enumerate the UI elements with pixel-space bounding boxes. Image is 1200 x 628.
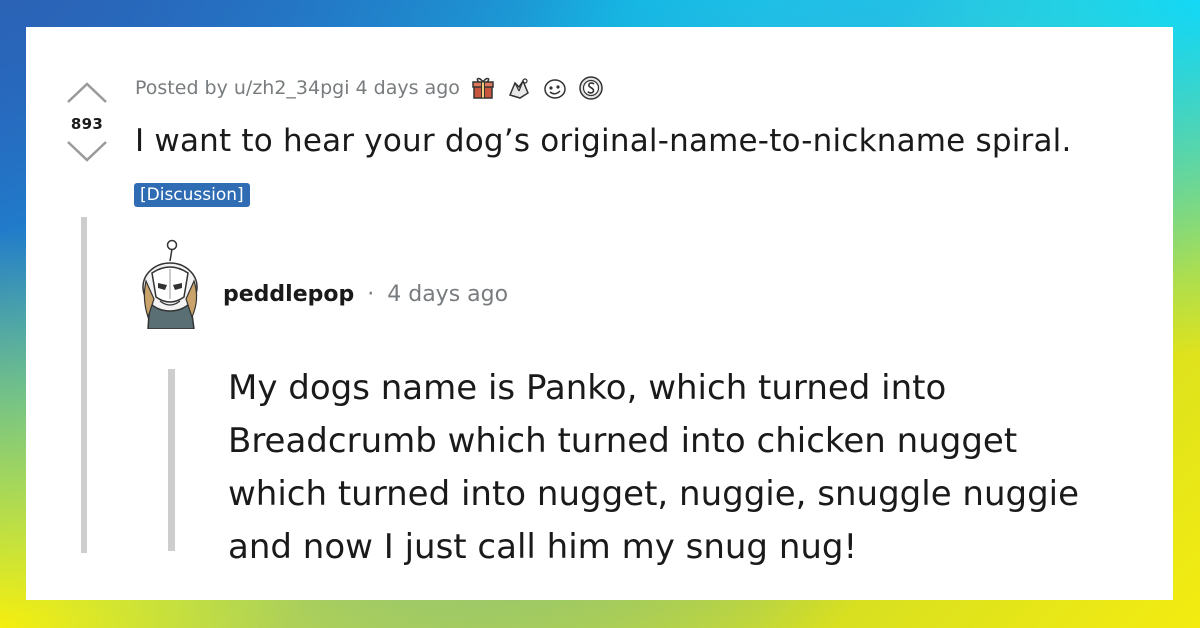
face-award-icon[interactable] — [542, 75, 568, 101]
comment-body: My dogs name is Panko, which turned into… — [228, 362, 1148, 574]
gift-award-icon[interactable] — [470, 75, 496, 101]
comment-line: which turned into nugget, nuggie, snuggl… — [228, 474, 1080, 514]
post-title[interactable]: I want to hear your dog’s original-name-… — [135, 123, 1072, 159]
comment-line: Breadcrumb which turned into chicken nug… — [228, 421, 1018, 461]
user-avatar[interactable] — [138, 239, 202, 330]
reddit-post-card: 893 Posted by u/zh2_34pgi 4 days ago I w… — [26, 27, 1173, 600]
awards-list — [470, 75, 604, 101]
hands-award-icon[interactable] — [506, 75, 532, 101]
comment-meta: peddlepop · 4 days ago — [223, 282, 508, 307]
post-flair[interactable]: [Discussion] — [134, 183, 250, 207]
silver-award-icon[interactable] — [578, 75, 604, 101]
comment-line: My dogs name is Panko, which turned into — [228, 368, 947, 408]
comment-line: and now I just call him my snug nug! — [228, 527, 858, 567]
downvote-arrow-icon[interactable] — [65, 139, 109, 165]
vote-score: 893 — [70, 115, 104, 133]
posted-by-text: Posted by u/zh2_34pgi 4 days ago — [135, 77, 460, 99]
comment-username[interactable]: peddlepop — [223, 282, 354, 307]
snoo-avatar-icon — [142, 239, 198, 330]
vote-column: 893 — [62, 79, 112, 165]
post-meta: Posted by u/zh2_34pgi 4 days ago — [135, 75, 604, 101]
thread-collapse-line[interactable] — [81, 217, 87, 553]
upvote-arrow-icon[interactable] — [65, 79, 109, 105]
meta-separator: · — [367, 282, 375, 307]
comment-thread-line[interactable] — [168, 369, 175, 551]
comment-timestamp[interactable]: 4 days ago — [387, 282, 508, 307]
